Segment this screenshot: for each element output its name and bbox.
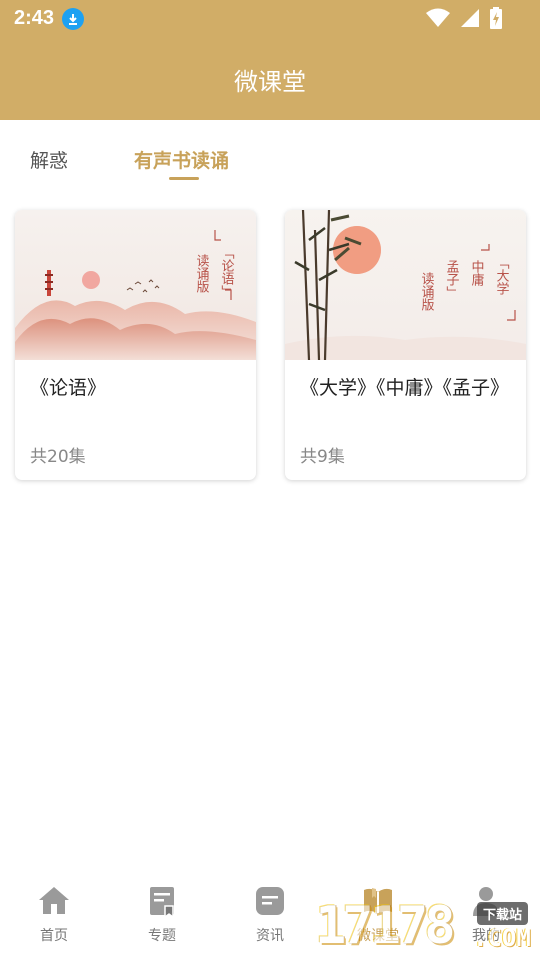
course-card-daxue[interactable]: 「大学 中庸 孟子」 读诵版 《大学》《中庸》《孟子》 共9集 [285,210,526,480]
daxue-cover-image: 「大学 中庸 孟子」 读诵版 [285,210,526,360]
nav-item-topic[interactable]: 专题 [108,884,216,945]
tab-bar: 解惑 有声书读诵 [0,120,540,190]
card-title: 《论语》 [30,377,107,399]
battery-charging-icon [490,7,502,29]
nav-label: 专题 [148,928,176,944]
episode-count: 共20集 [30,447,86,467]
cover-title-text: 孟子」 [444,260,460,299]
status-icons [426,7,502,29]
status-bar: 2:43 [0,0,540,38]
watermark-suffix: .COM [473,924,531,952]
cover-title-text: 「大学 [494,256,510,295]
home-icon [39,887,69,914]
watermark-tag: 下载站 [477,902,529,925]
course-card-lunyu[interactable]: 「论语」 读诵版 《论语》 共20集 [15,210,256,480]
status-time: 2:43 [14,7,55,29]
nav-item-home[interactable]: 首页 [0,884,108,945]
app-header: 微课堂 [0,38,540,120]
tab-audiobook[interactable]: 有声书读诵 [134,146,229,173]
nav-label: 资讯 [256,928,284,944]
nav-label: 首页 [40,928,68,944]
news-icon [256,887,284,915]
download-icon [62,8,84,30]
wifi-icon [426,8,450,27]
page-title: 微课堂 [234,68,306,96]
lunyu-cover-image: 「论语」 读诵版 [15,210,256,360]
episode-count: 共9集 [300,447,345,467]
cover-title-text: 「论语」 [219,246,235,298]
card-title: 《大学》《中庸》《孟子》 [300,377,510,399]
tab-jiehuo[interactable]: 解惑 [30,146,68,173]
cover-subtitle-text: 读诵版 [419,272,435,312]
cover-subtitle-text: 读诵版 [194,254,210,294]
signal-icon [461,9,479,27]
active-tab-indicator [169,177,199,180]
nav-item-news[interactable]: 资讯 [216,884,324,945]
watermark-digits: 17178 [315,896,456,956]
topic-icon [150,887,174,918]
cover-title-text: 中庸 [469,260,485,287]
site-watermark-logo: 17178 .COM 下载站 [315,896,540,960]
